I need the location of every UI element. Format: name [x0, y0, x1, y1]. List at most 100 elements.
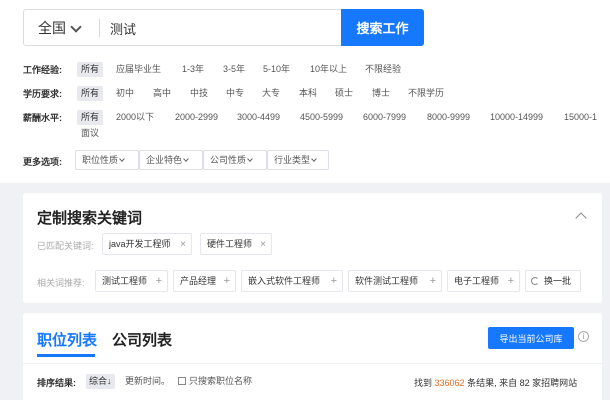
filter-panel: 全国 搜索工作 工作经验: 所有 应届毕业生 1-3年 3-5年 5-10年 1…: [0, 0, 610, 183]
related-keyword-tag[interactable]: 测试工程师 +: [95, 270, 168, 292]
tab-company-list[interactable]: 公司列表: [112, 329, 172, 350]
region-selector[interactable]: 全国: [38, 18, 66, 38]
filter-option[interactable]: 本科: [299, 86, 317, 101]
filter-option[interactable]: 大专: [262, 86, 280, 101]
refresh-button[interactable]: 换一批: [525, 270, 581, 292]
dropdown-company-nature[interactable]: 公司性质: [203, 150, 267, 170]
result-suffix: 条结果, 来自 82 家招聘网站: [464, 378, 578, 388]
plus-icon: +: [223, 275, 230, 287]
filter-salary-wrap: 面议: [23, 124, 223, 142]
filter-label: 工作经验:: [23, 65, 62, 75]
filter-option[interactable]: 3000-4499: [237, 110, 280, 125]
tag-label: 电子工程师: [454, 276, 500, 286]
filter-option[interactable]: 应届毕业生: [116, 62, 161, 77]
filter-option[interactable]: 面议: [81, 126, 99, 141]
chevron-down-icon: [119, 156, 125, 162]
dropdown-label: 企业特色: [146, 155, 183, 165]
related-keyword-tag[interactable]: 产品经理 +: [173, 270, 236, 292]
filter-option[interactable]: 硕士: [335, 86, 353, 101]
filter-option[interactable]: 2000-2999: [175, 110, 218, 125]
related-keyword-tag[interactable]: 电子工程师 +: [447, 270, 520, 292]
result-panel: 职位列表 公司列表 导出当前公司库 i 排序结果: 综合↓ 更新时间。 只搜索职…: [23, 313, 602, 400]
related-keywords-label: 相关词推荐:: [37, 278, 85, 288]
filter-education: 学历要求: 所有 初中 高中 中技 中专 大专 本科 硕士 博士 不限学历: [23, 84, 583, 102]
result-summary: 找到 336062 条结果, 来自 82 家招聘网站: [414, 376, 577, 389]
filter-option[interactable]: 5-10年: [263, 62, 290, 77]
filter-label: 薪酬水平:: [23, 113, 62, 123]
chevron-down-icon: [183, 156, 189, 162]
refresh-icon: [531, 277, 539, 285]
filter-option[interactable]: 10年以上: [310, 62, 347, 77]
filter-more: 更多选项: 职位性质 企业特色 公司性质 行业类型: [23, 150, 583, 172]
export-company-button[interactable]: 导出当前公司库: [488, 327, 574, 349]
chevron-down-icon: [311, 156, 317, 162]
filter-option[interactable]: 博士: [372, 86, 390, 101]
filter-option[interactable]: 所有: [77, 110, 104, 125]
title-only-label: 只搜索职位名称: [189, 376, 253, 386]
chevron-up-icon[interactable]: [575, 212, 587, 224]
filter-option[interactable]: 初中: [116, 86, 134, 101]
chevron-down-icon[interactable]: [70, 21, 82, 33]
matched-keywords-label: 已匹配关键词:: [37, 241, 94, 251]
tag-label: java开发工程师: [109, 239, 171, 249]
dropdown-label: 职位性质: [82, 155, 119, 165]
filter-label: 学历要求:: [23, 89, 62, 99]
dropdown-industry[interactable]: 行业类型: [267, 150, 329, 170]
tag-label: 软件测试工程师: [355, 276, 419, 286]
filter-option[interactable]: 1-3年: [182, 62, 204, 77]
filter-option[interactable]: 不限经验: [365, 62, 401, 77]
filter-option[interactable]: 15000-1: [564, 110, 597, 125]
plus-icon: +: [155, 275, 162, 287]
sort-label: 排序结果:: [37, 378, 76, 388]
chevron-down-icon: [247, 156, 253, 162]
sort-option-label: 更新时间: [125, 376, 162, 386]
refresh-label: 换一批: [544, 276, 572, 286]
matched-keyword-tag: java开发工程师 ×: [102, 233, 192, 255]
info-icon[interactable]: i: [578, 331, 589, 342]
filter-option[interactable]: 10000-14999: [490, 110, 543, 125]
dropdown-company-feature[interactable]: 企业特色: [139, 150, 203, 170]
keyword-panel: 定制搜索关键词 已匹配关键词: java开发工程师 × 硬件工程师 × 相关词推荐:…: [23, 193, 602, 303]
filter-option[interactable]: 高中: [153, 86, 171, 101]
matched-keyword-tag: 硬件工程师 ×: [200, 233, 272, 255]
sort-option-overall[interactable]: 综合↓: [86, 374, 115, 389]
sort-option-label: 综合: [89, 376, 108, 386]
related-keyword-tag[interactable]: 软件测试工程师 +: [348, 270, 442, 292]
filter-option[interactable]: 中技: [190, 86, 208, 101]
filter-option[interactable]: 3-5年: [223, 62, 245, 77]
filter-option[interactable]: 2000以下: [116, 110, 154, 125]
filter-option[interactable]: 中专: [226, 86, 244, 101]
title-only-checkbox[interactable]: [178, 377, 186, 385]
tag-label: 产品经理: [180, 276, 217, 286]
close-icon[interactable]: ×: [180, 234, 186, 255]
tag-label: 硬件工程师: [207, 239, 253, 249]
search-bar: 全国 搜索工作: [23, 9, 424, 46]
active-tab-indicator: [37, 354, 95, 357]
tab-job-list[interactable]: 职位列表: [37, 329, 97, 350]
close-icon[interactable]: ×: [260, 234, 266, 255]
result-count: 336062: [434, 378, 465, 388]
dropdown-job-nature[interactable]: 职位性质: [75, 150, 139, 170]
filter-option[interactable]: 6000-7999: [363, 110, 406, 125]
sort-arrow-icon: ↓: [107, 376, 112, 386]
search-divider: [99, 19, 100, 37]
result-prefix: 找到: [414, 378, 435, 388]
search-input[interactable]: [110, 17, 330, 39]
keyword-panel-title: 定制搜索关键词: [37, 210, 143, 227]
plus-icon: +: [330, 275, 337, 287]
dropdown-label: 公司性质: [210, 155, 247, 165]
filter-option[interactable]: 所有: [77, 86, 104, 101]
plus-icon: +: [429, 275, 436, 287]
dropdown-label: 行业类型: [274, 155, 311, 165]
related-keyword-tag[interactable]: 嵌入式软件工程师 +: [241, 270, 343, 292]
filter-experience: 工作经验: 所有 应届毕业生 1-3年 3-5年 5-10年 10年以上 不限经…: [23, 60, 583, 78]
filter-label: 更多选项:: [23, 157, 62, 167]
search-button[interactable]: 搜索工作: [341, 9, 424, 46]
filter-option[interactable]: 4500-5999: [300, 110, 343, 125]
filter-option[interactable]: 所有: [77, 62, 104, 77]
filter-option[interactable]: 不限学历: [408, 86, 444, 101]
tag-label: 测试工程师: [102, 276, 148, 286]
divider: [23, 363, 602, 364]
filter-option[interactable]: 8000-9999: [427, 110, 470, 125]
sort-option-updated[interactable]: 更新时间。: [125, 374, 170, 389]
